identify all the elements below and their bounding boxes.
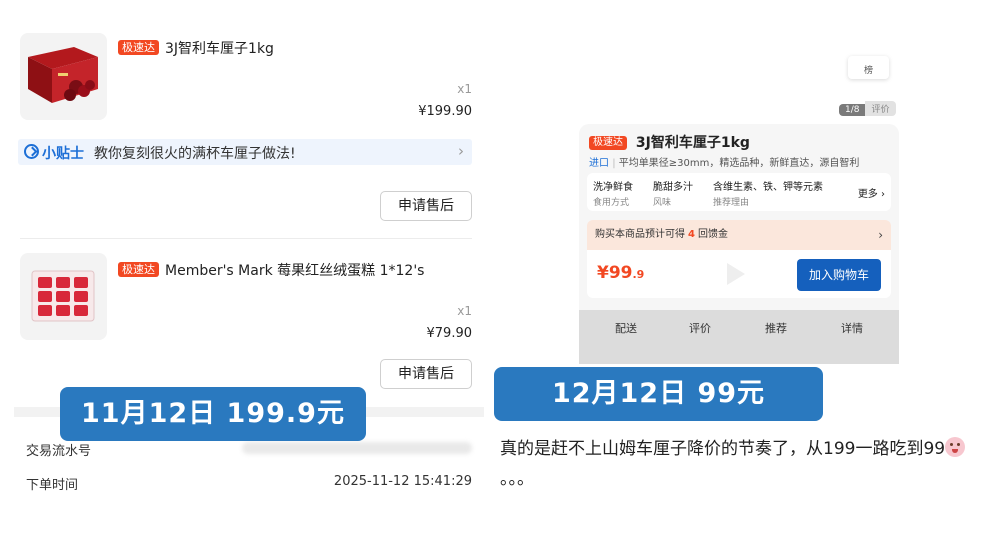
blurred-value (242, 442, 472, 454)
caption-text: 真的是赶不上山姆车厘子降价的节奏了，从199一路吃到99。。。 (500, 434, 990, 494)
tab-details[interactable]: 详情 (841, 320, 863, 336)
date-price-label-left: 11月12日 199.9元 (60, 387, 366, 441)
item-quantity: x1 (457, 304, 472, 318)
product-card: 极速达 3J智利车厘子1kg 进口 | 平均单果径≥30mm，精选品种，新鲜直达… (579, 124, 899, 364)
tab-recommend[interactable]: 推荐 (765, 320, 787, 336)
after-sale-button[interactable]: 申请售后 (380, 359, 472, 389)
express-badge: 极速达 (118, 40, 159, 55)
cake-product-image[interactable] (20, 253, 107, 340)
info-row-order-time: 下单时间 2025-11-12 15:41:29 (26, 474, 472, 493)
product-tabs: 配送 评价 推荐 详情 (579, 310, 899, 364)
order-detail-panel: 极速达 3J智利车厘子1kg x1 ¥199.90 小贴士 教你复刻很火的满杯车厘… (0, 0, 490, 550)
chevron-right-icon: › (458, 142, 464, 160)
pager-current: 1/8 (839, 104, 866, 116)
ranking-chip[interactable]: 榜 (848, 56, 889, 79)
product-title: 极速达 3J智利车厘子1kg (589, 132, 750, 152)
item-price: ¥199.90 (418, 104, 472, 119)
express-badge: 极速达 (118, 262, 159, 277)
cake-box-icon (31, 270, 95, 322)
tip-check-icon (24, 144, 39, 159)
tip-label: 小贴士 (42, 146, 84, 162)
feature-item: 含维生素、铁、钾等元素 推荐理由 (713, 182, 823, 208)
date-price-label-right: 12月12日 99元 (494, 367, 823, 421)
chevron-right-icon: › (878, 228, 883, 242)
play-icon[interactable] (727, 263, 745, 285)
tip-banner[interactable]: 小贴士 教你复刻很火的满杯车厘子做法! › (18, 139, 472, 165)
add-to-cart-button[interactable]: 加入购物车 (797, 259, 881, 291)
cherry-product-image[interactable] (20, 33, 107, 120)
import-tag: 进口 (589, 158, 609, 169)
info-label: 下单时间 (26, 478, 79, 493)
buy-bar: ¥99.9 加入购物车 (587, 250, 891, 298)
feature-item: 脆甜多汁 风味 (653, 182, 693, 208)
cherry-box-icon (28, 47, 98, 103)
info-value: 2025-11-12 15:41:29 (333, 474, 472, 489)
after-sale-button[interactable]: 申请售后 (380, 191, 472, 221)
feature-strip[interactable]: 洗净鲜食 食用方式 脆甜多汁 风味 含维生素、铁、钾等元素 推荐理由 更多 › (587, 173, 891, 211)
item-price: ¥79.90 (426, 326, 473, 341)
product-page-panel: 榜 1/8 评价 极速达 3J智利车厘子1kg 进口 | 平均单果径≥30mm，精… (492, 0, 999, 550)
feature-item: 洗净鲜食 食用方式 (593, 182, 633, 208)
cashback-banner[interactable]: 购买本商品预计可得 4 回馈金 › (587, 220, 891, 250)
divider (20, 238, 472, 239)
item-title[interactable]: 极速达 Member's Mark 莓果红丝绒蛋糕 1*12's (118, 260, 424, 280)
product-subtitle: 进口 | 平均单果径≥30mm，精选品种，新鲜直达，源自智利 (589, 158, 860, 169)
image-pager[interactable]: 1/8 评价 (839, 97, 896, 116)
item-title[interactable]: 极速达 3J智利车厘子1kg (118, 38, 274, 58)
crying-emoji-icon (945, 437, 966, 457)
more-features-button[interactable]: 更多 › (858, 185, 885, 200)
info-label: 交易流水号 (26, 444, 92, 459)
info-row-transaction-id: 交易流水号 (26, 440, 472, 459)
tip-text: 教你复刻很火的满杯车厘子做法! (94, 146, 296, 162)
item-quantity: x1 (457, 82, 472, 96)
pager-reviews: 评价 (865, 101, 896, 116)
product-price: ¥99.9 (597, 263, 645, 283)
tab-delivery[interactable]: 配送 (615, 320, 637, 336)
express-badge: 极速达 (589, 136, 627, 150)
tab-reviews[interactable]: 评价 (689, 320, 711, 336)
